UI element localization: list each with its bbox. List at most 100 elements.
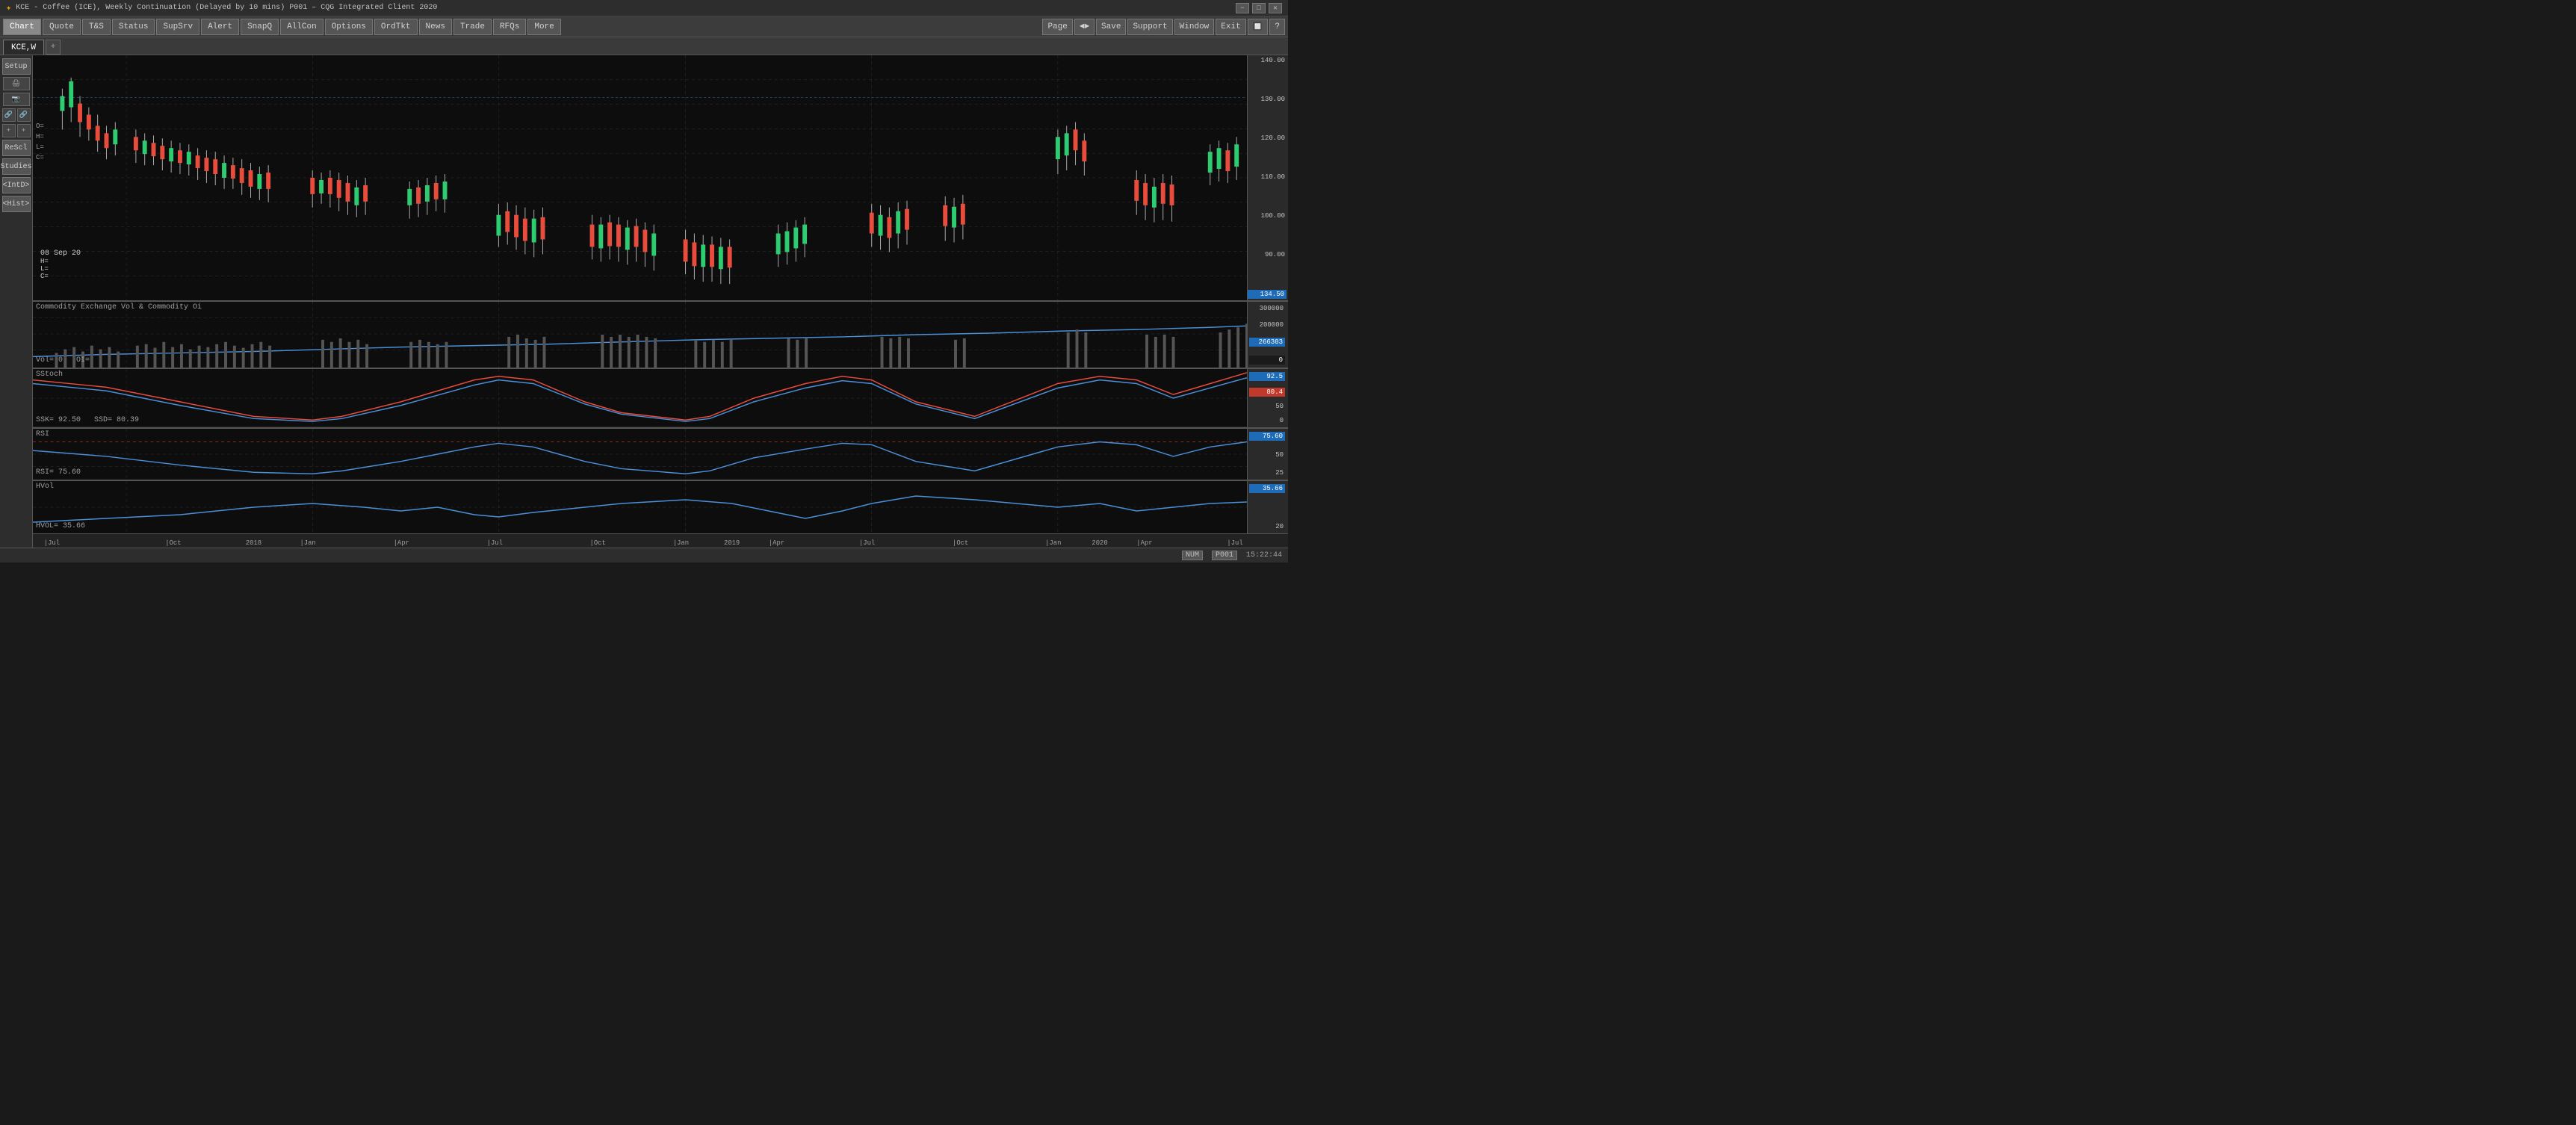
tab-kce-w[interactable]: KCE,W [3, 40, 44, 55]
main-content: Setup 🖨 📷 🔗 🔗 + + ReScl Studies <IntD> <… [0, 55, 1288, 548]
help-button[interactable]: ? [1269, 19, 1285, 35]
app-icon: ✦ [6, 2, 11, 13]
svg-text:|Jan: |Jan [673, 539, 689, 547]
stoch-current: 92.5 [1249, 372, 1285, 381]
svg-text:|Apr: |Apr [769, 539, 784, 547]
rsi-panel: RSI RSI= 75.60 [33, 429, 1288, 481]
link2-icon[interactable]: 🔗 [17, 108, 31, 122]
x-axis: |Jul |Oct |Jan |Apr |Jul |Oct 2018 |Jan … [33, 533, 1288, 548]
date-label: 08 Sep 20 H= L= C= [40, 250, 81, 280]
time-status: 15:22:44 [1246, 551, 1282, 560]
menu-bar: Chart Quote T&S Status SupSrv Alert Snap… [0, 16, 1288, 37]
save-button[interactable]: Save [1096, 19, 1126, 35]
menu-allcon[interactable]: AllCon [280, 19, 323, 35]
price-140: 140.00 [1248, 57, 1288, 64]
rsi-current-badge: 75.60 [1249, 432, 1285, 441]
rsi-50: 50 [1249, 451, 1287, 459]
exit-button[interactable]: Exit [1216, 19, 1245, 35]
hvol-label: HVol [36, 483, 54, 491]
svg-text:2018: 2018 [246, 539, 261, 547]
menu-alert[interactable]: Alert [201, 19, 239, 35]
menu-status[interactable]: Status [112, 19, 155, 35]
window-button[interactable]: Window [1174, 19, 1215, 35]
rsi-scale: 75.60 50 25 [1247, 429, 1288, 480]
menu-trade[interactable]: Trade [453, 19, 492, 35]
rsi-25: 25 [1249, 469, 1287, 477]
menu-ts[interactable]: T&S [82, 19, 111, 35]
stoch-panel: SStoch SSK= 92.50 SSD= 80.39 [33, 369, 1288, 429]
menu-options[interactable]: Options [325, 19, 373, 35]
candlestick-chart [33, 55, 1247, 300]
vol-200k: 200000 [1249, 321, 1287, 329]
low-label: L= [36, 142, 44, 152]
volume-scale: 300000 200000 266303 0 [1247, 302, 1288, 368]
hist-button[interactable]: <Hist> [2, 196, 31, 212]
price-scale: 140.00 130.00 120.00 110.00 100.00 90.00… [1247, 55, 1288, 300]
plus2-icon[interactable]: + [17, 124, 31, 137]
open-label: O= [36, 121, 44, 131]
title-bar: ✦ KCE - Coffee (ICE), Weekly Continuatio… [0, 0, 1288, 16]
price-110: 110.00 [1248, 173, 1288, 181]
num-badge: NUM [1182, 551, 1203, 560]
menu-news[interactable]: News [419, 19, 452, 35]
rsi-label: RSI [36, 430, 49, 438]
menu-snapq[interactable]: SnapQ [241, 19, 279, 35]
volume-chart [33, 302, 1247, 368]
svg-text:|Apr: |Apr [394, 539, 409, 547]
plus-icons-row: + + [2, 124, 31, 137]
hvol-values: HVOL= 35.66 [36, 522, 85, 530]
svg-text:|Jul: |Jul [487, 539, 503, 547]
status-time: 15:22:44 [1246, 551, 1282, 560]
stoch-values: SSK= 92.50 SSD= 80.39 [36, 416, 139, 424]
menu-quote[interactable]: Quote [43, 19, 81, 35]
intd-button[interactable]: <IntD> [2, 177, 31, 193]
maximize-button[interactable]: □ [1252, 3, 1266, 13]
svg-text:|Oct: |Oct [590, 539, 606, 547]
close-label: C= [36, 152, 44, 163]
camera-icon[interactable]: 📷 [3, 93, 30, 106]
price-120: 120.00 [1248, 134, 1288, 142]
stoch-label: SStoch [36, 371, 63, 379]
title-text: KCE - Coffee (ICE), Weekly Continuation … [16, 4, 437, 12]
resize-button[interactable]: 🔲 [1248, 19, 1269, 35]
svg-text:|Jul: |Jul [1227, 539, 1242, 547]
link1-icon[interactable]: 🔗 [2, 108, 16, 122]
volume-values: Vol= 0 OI= [36, 356, 90, 365]
stoch-current2: 80.4 [1249, 388, 1285, 397]
price-130: 130.00 [1248, 96, 1288, 103]
menu-more[interactable]: More [527, 19, 560, 35]
tab-bar: KCE,W + [0, 37, 1288, 55]
hvol-20: 20 [1249, 523, 1287, 530]
menu-rfqs[interactable]: RFQs [493, 19, 526, 35]
studies-button[interactable]: Studies [2, 158, 31, 175]
svg-text:|Oct: |Oct [165, 539, 181, 547]
add-tab-button[interactable]: + [46, 40, 61, 55]
page-button[interactable]: Page [1042, 19, 1072, 35]
stoch-50: 50 [1249, 403, 1287, 410]
menu-ordtkt[interactable]: OrdTkt [374, 19, 418, 35]
plus1-icon[interactable]: + [2, 124, 16, 137]
ohlc-labels: O= H= L= C= [36, 121, 44, 163]
setup-button[interactable]: Setup [2, 58, 31, 75]
svg-text:2019: 2019 [724, 539, 740, 547]
print-icon[interactable]: 🖨 [3, 77, 30, 90]
menu-supsrv[interactable]: SupSrv [156, 19, 199, 35]
close-button[interactable]: ✕ [1269, 3, 1282, 13]
status-bar: NUM P001 15:22:44 [0, 548, 1288, 562]
xaxis-svg: |Jul |Oct |Jan |Apr |Jul |Oct 2018 |Jan … [33, 534, 1247, 548]
menu-chart[interactable]: Chart [3, 19, 41, 35]
right-toolbar: Page ◄► Save Support Window Exit 🔲 ? [1042, 19, 1285, 35]
svg-text:|Oct: |Oct [953, 539, 968, 547]
svg-text:|Jul: |Jul [859, 539, 875, 547]
support-button[interactable]: Support [1127, 19, 1172, 35]
sidebar: Setup 🖨 📷 🔗 🔗 + + ReScl Studies <IntD> <… [0, 55, 33, 548]
current-price-badge: 134.50 [1248, 290, 1287, 299]
num-status: NUM [1182, 551, 1203, 560]
minimize-button[interactable]: − [1236, 3, 1249, 13]
stoch-scale: 92.5 80.4 50 0 [1247, 369, 1288, 427]
rescl-button[interactable]: ReScl [2, 140, 31, 156]
p001-status: P001 [1212, 551, 1237, 560]
nav-button[interactable]: ◄► [1074, 19, 1095, 35]
volume-label: Commodity Exchange Vol & Commodity Oi [36, 303, 202, 312]
vol-current: 266303 [1249, 338, 1285, 347]
